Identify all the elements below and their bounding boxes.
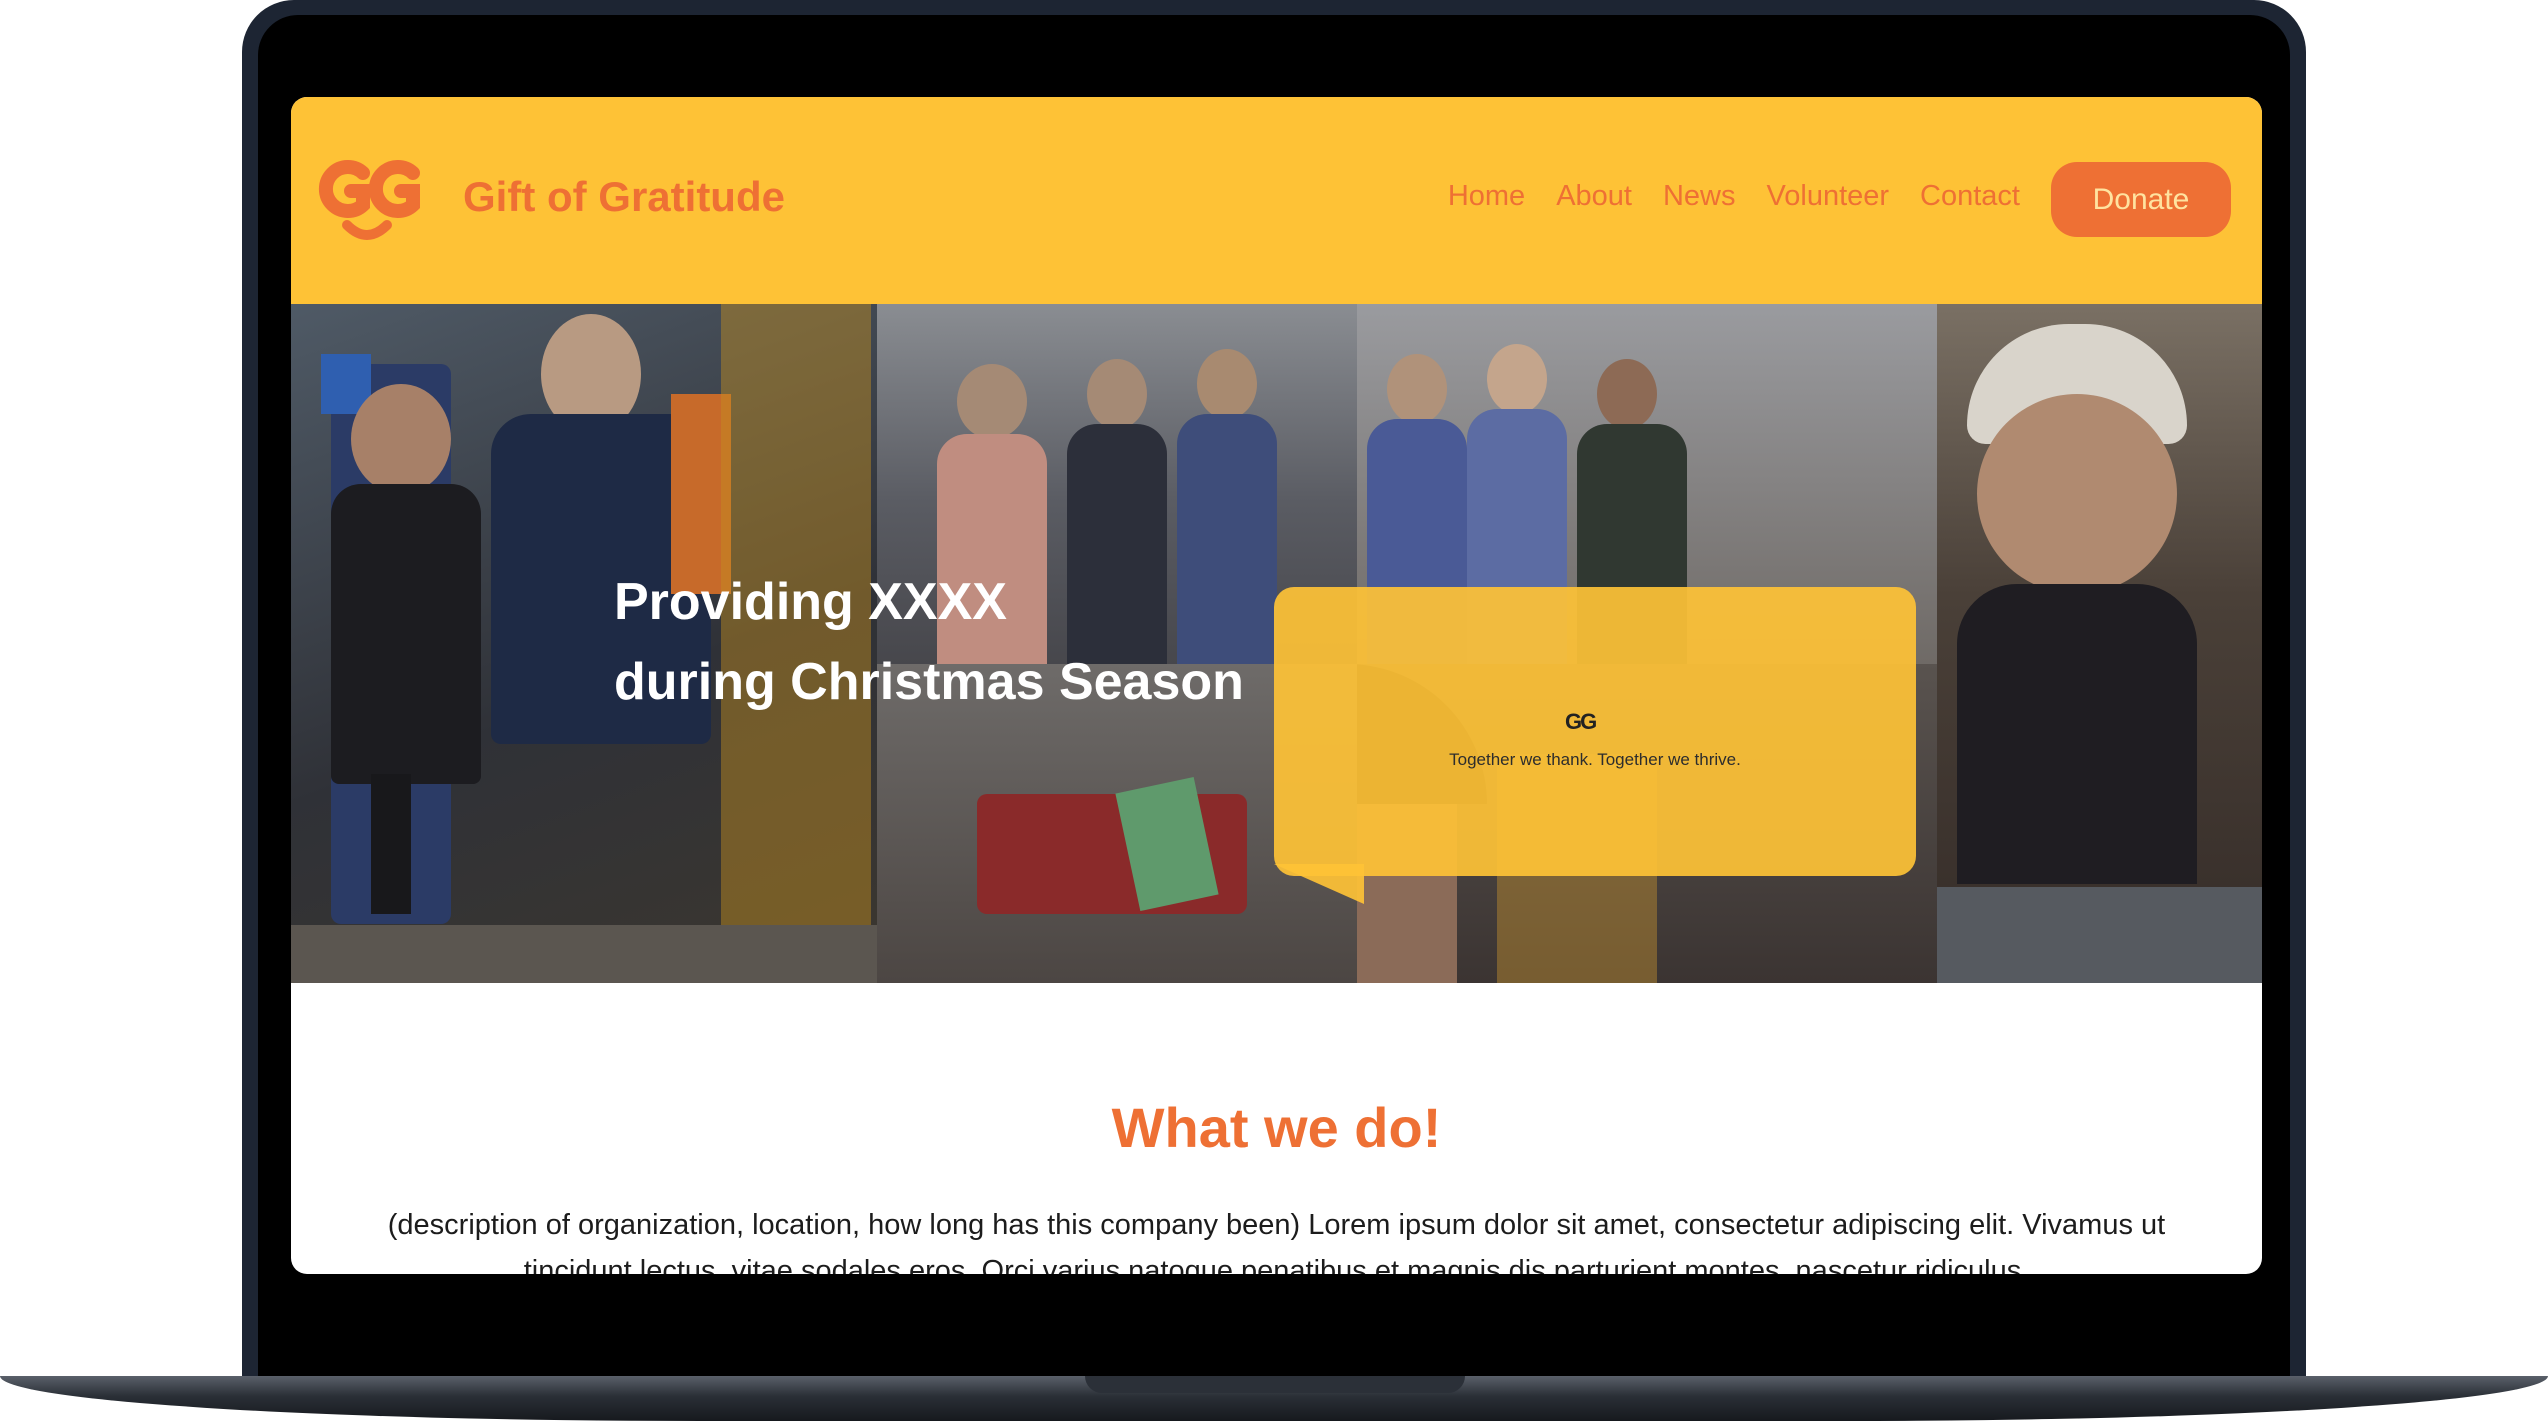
hero-title-line1: Providing XXXX — [614, 573, 1007, 631]
nav-news[interactable]: News — [1663, 180, 1736, 213]
laptop-notch — [1085, 1376, 1465, 1393]
hero-title-line2: during Christmas Season — [614, 653, 1244, 711]
nav-home[interactable]: Home — [1448, 180, 1525, 213]
brand-name[interactable]: Gift of Gratitude — [463, 173, 785, 221]
nav-contact[interactable]: Contact — [1920, 180, 2020, 213]
hero-banner: Providing XXXX during Christmas Season G… — [291, 304, 2262, 983]
speech-bubble: GG Together we thank. Together we thrive… — [1274, 587, 1916, 876]
site-header: Gift of Gratitude Home About News Volunt… — [291, 97, 2262, 304]
hero-title: Providing XXXX during Christmas Season — [614, 562, 1244, 722]
donate-button[interactable]: Donate — [2051, 162, 2231, 237]
section-description: (description of organization, location, … — [387, 1209, 2166, 1274]
website-screen: Gift of Gratitude Home About News Volunt… — [291, 97, 2262, 1274]
hero-photo-street — [291, 925, 877, 983]
bubble-tagline: Together we thank. Together we thrive. — [1449, 750, 1741, 769]
main-nav: Home About News Volunteer Contact — [1448, 180, 2020, 213]
hero-photo-selfie — [1937, 304, 2262, 887]
section-heading: What we do! — [1111, 1096, 1442, 1159]
gift-of-gratitude-logo[interactable] — [317, 153, 421, 243]
nav-about[interactable]: About — [1556, 180, 1632, 213]
nav-volunteer[interactable]: Volunteer — [1767, 180, 1890, 213]
bubble-logo: GG — [1565, 709, 1597, 734]
hero-photo-bottom-right — [1937, 887, 2262, 983]
